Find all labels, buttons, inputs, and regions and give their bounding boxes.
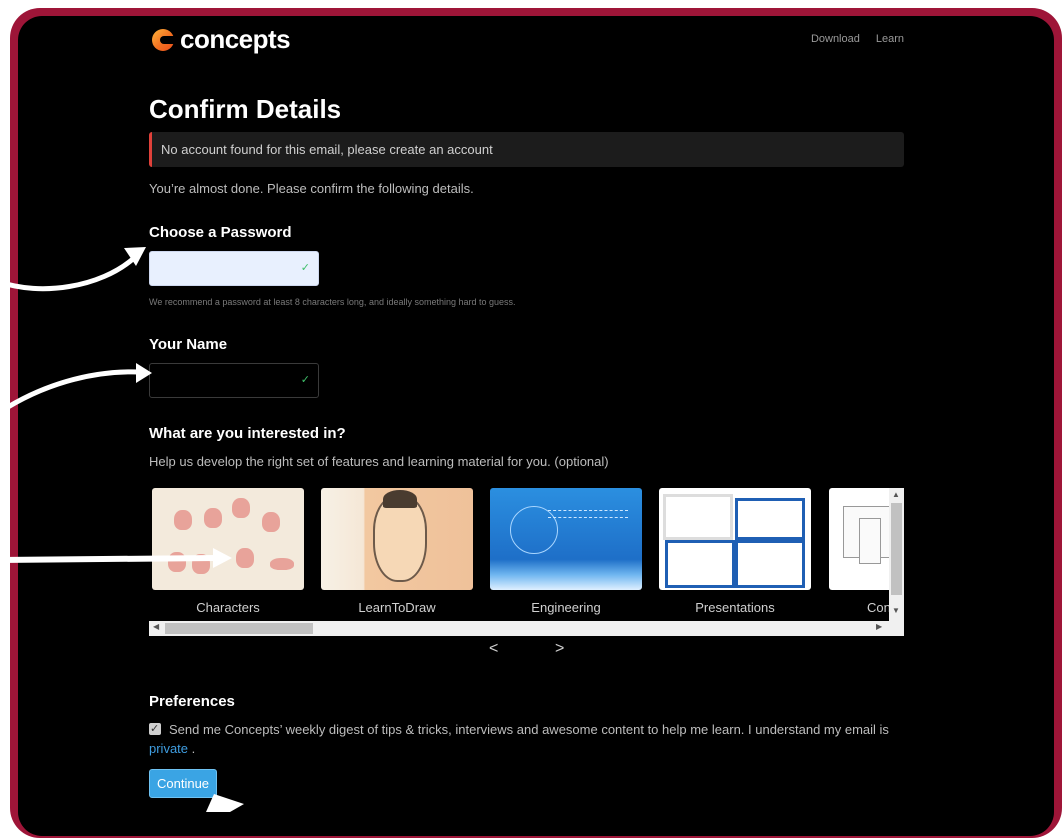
annotation-arrows xyxy=(0,247,244,812)
